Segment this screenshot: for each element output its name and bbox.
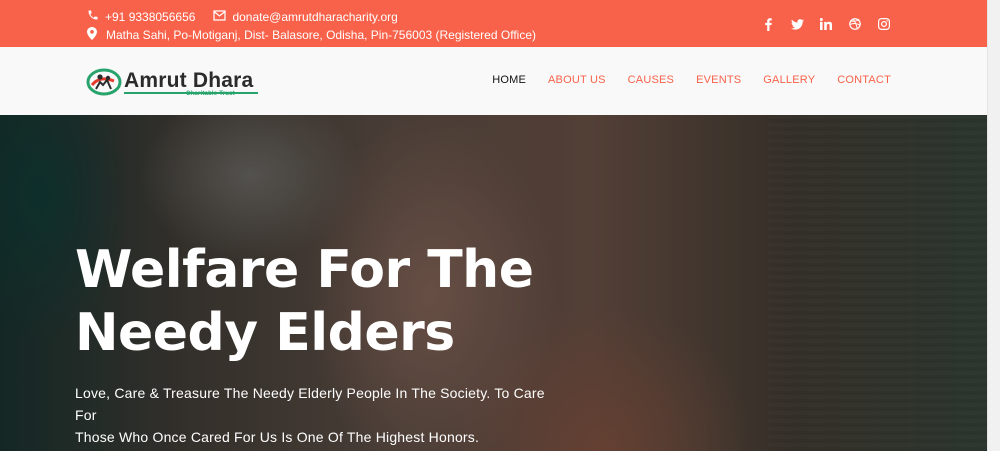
- facebook-icon[interactable]: [760, 16, 776, 32]
- phone-icon: [87, 9, 99, 24]
- hero-description-line-1: Love, Care & Treasure The Needy Elderly …: [75, 385, 545, 423]
- map-marker-icon: [87, 27, 97, 43]
- top-contact-bar: +91 9338056656 donate@amrutdharacharity.…: [0, 0, 988, 47]
- envelope-icon: [213, 9, 227, 24]
- dribbble-icon[interactable]: [847, 16, 863, 32]
- nav-home[interactable]: HOME: [492, 74, 526, 86]
- hero-title: Welfare For The Needy Elders: [75, 239, 535, 365]
- hero-banner: Welfare For The Needy Elders Love, Care …: [0, 115, 988, 451]
- logo-name: Amrut Dhara: [124, 69, 254, 92]
- nav-gallery[interactable]: GALLERY: [763, 74, 815, 86]
- hero-title-line-1: Welfare For The: [75, 240, 534, 300]
- address-row: Matha Sahi, Po-Motiganj, Dist- Balasore,…: [87, 27, 536, 43]
- social-links: [760, 16, 905, 32]
- main-navbar: Amrut Dhara Charitable Trust HOME ABOUT …: [0, 47, 988, 116]
- twitter-icon[interactable]: [789, 16, 805, 32]
- site-logo[interactable]: Amrut Dhara Charitable Trust: [86, 65, 258, 97]
- logo-underline: [124, 92, 258, 94]
- hero-description: Love, Care & Treasure The Needy Elderly …: [75, 382, 545, 448]
- page-scrollbar[interactable]: [987, 0, 1000, 451]
- main-menu: HOME ABOUT US CAUSES EVENTS GALLERY CONT…: [470, 74, 891, 86]
- nav-events[interactable]: EVENTS: [696, 74, 741, 86]
- nav-causes[interactable]: CAUSES: [628, 74, 674, 86]
- contact-row: +91 9338056656 donate@amrutdharacharity.…: [87, 9, 398, 24]
- linkedin-icon[interactable]: [818, 16, 834, 32]
- logo-mark-icon: [86, 67, 122, 96]
- hero-description-line-2: Those Who Once Cared For Us Is One Of Th…: [75, 429, 480, 445]
- nav-contact[interactable]: CONTACT: [837, 74, 891, 86]
- nav-about-us[interactable]: ABOUT US: [548, 74, 606, 86]
- phone-link[interactable]: +91 9338056656: [105, 10, 195, 24]
- hero-title-line-2: Needy Elders: [75, 303, 455, 363]
- email-link[interactable]: donate@amrutdharacharity.org: [232, 10, 397, 24]
- instagram-icon[interactable]: [876, 16, 892, 32]
- address-text: Matha Sahi, Po-Motiganj, Dist- Balasore,…: [106, 28, 536, 42]
